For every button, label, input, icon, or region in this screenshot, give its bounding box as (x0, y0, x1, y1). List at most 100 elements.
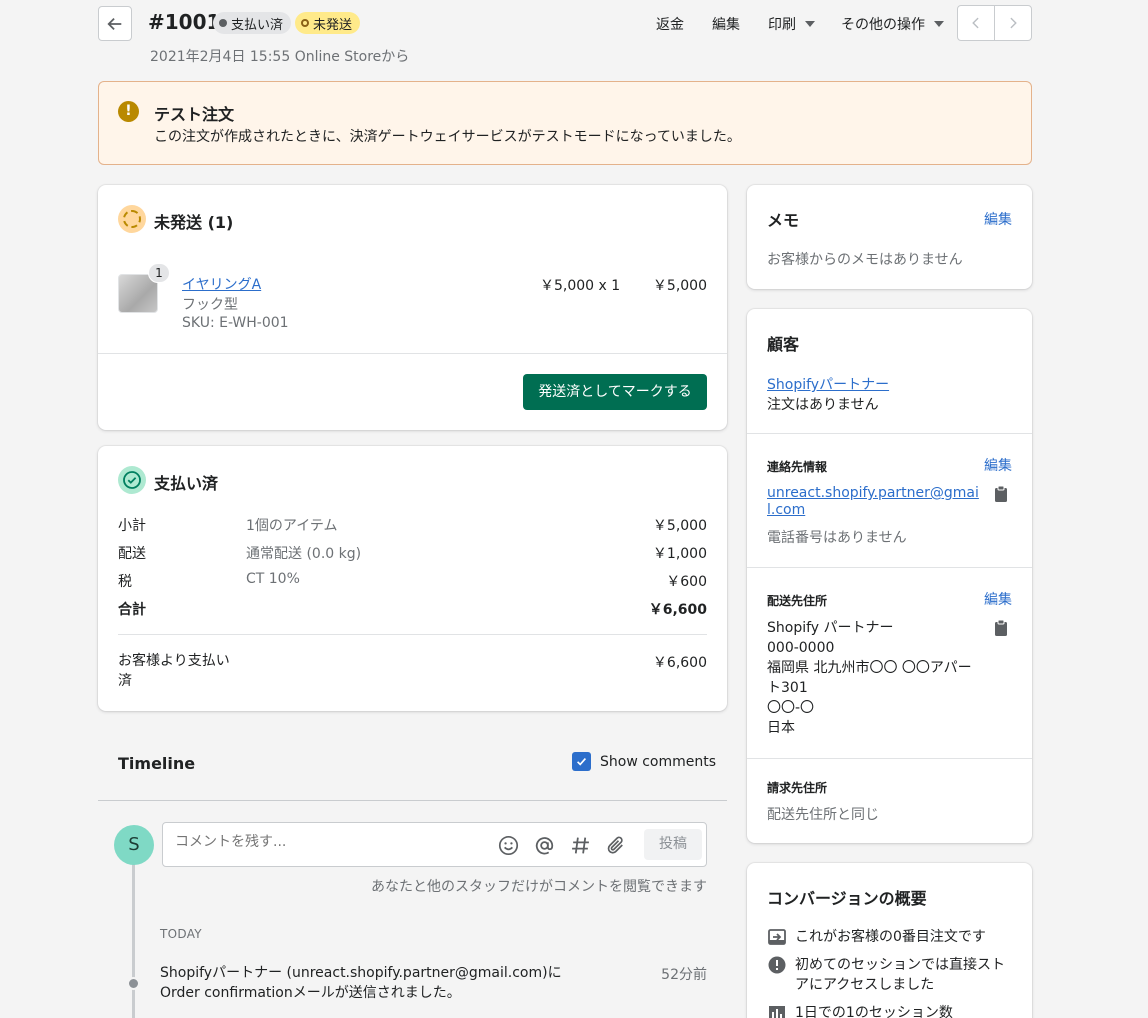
customer-title: 顧客 (767, 335, 800, 354)
mention-icon[interactable] (534, 835, 555, 856)
conversion-card: コンバージョンの概要 これがお客様の0番目注文です 初めてのセッションでは直接ス… (747, 863, 1032, 1018)
contact-edit-link[interactable]: 編集 (984, 455, 1012, 475)
conversion-item: 初めてのセッションでは直接ストアにアクセスしました (767, 955, 1012, 995)
timeline-event-text: Shopifyパートナー (unreact.shopify.partner@gm… (160, 965, 562, 1001)
customer-name-link[interactable]: Shopifyパートナー (767, 374, 889, 394)
shipping-address-edit-link[interactable]: 編集 (984, 589, 1012, 609)
product-line-total: ￥5,000 (652, 278, 707, 294)
next-order-button[interactable] (994, 5, 1032, 41)
today-label: TODAY (160, 927, 202, 941)
info-circle-icon (768, 956, 786, 974)
customer-email-link[interactable]: unreact.shopify.partner@gmail.com (767, 485, 979, 519)
comment-box: 投稿 (162, 822, 707, 867)
unfulfilled-icon (118, 205, 146, 233)
shipping-address-line: 〇〇-〇 (767, 700, 815, 716)
fulfillment-status-badge: 未発送 (295, 12, 361, 34)
test-order-banner: ! テスト注文 この注文が作成されたときに、決済ゲートウェイサービスがテストモー… (98, 81, 1032, 165)
timeline-line (132, 860, 135, 1018)
customer-orders: 注文はありません (767, 397, 879, 413)
status-dot-icon (219, 19, 227, 27)
back-button[interactable] (98, 6, 132, 41)
clipboard-icon[interactable] (993, 619, 1009, 637)
memo-card: メモ 編集 お客様からのメモはありません (747, 185, 1032, 289)
product-price-qty: ￥5,000 x 1 (540, 278, 621, 294)
paid-status-badge: 支払い済 (213, 12, 292, 34)
timeline-event-time: 52分前 (661, 967, 707, 983)
avatar: S (114, 825, 154, 865)
divider (747, 433, 1032, 434)
tax-desc: CT 10% (246, 571, 300, 587)
paid-by-customer-amount: ￥6,600 (652, 655, 707, 671)
tax-label: 税 (118, 574, 132, 590)
order-number: #1001 (148, 10, 221, 34)
subtotal-label: 小計 (118, 518, 146, 534)
alert-icon: ! (118, 101, 139, 122)
customer-card: 顧客 Shopifyパートナー 注文はありません 連絡先情報 編集 unreac… (747, 309, 1032, 843)
shipping-address-title: 配送先住所 (767, 594, 828, 608)
banner-message: この注文が作成されたときに、決済ゲートウェイサービスがテストモードになっていまし… (154, 129, 741, 145)
product-variant: フック型 (182, 297, 238, 313)
shipping-label: 配送 (118, 546, 146, 562)
post-comment-button[interactable]: 投稿 (644, 829, 702, 860)
bar-chart-icon (769, 1006, 785, 1018)
more-actions-dropdown[interactable]: その他の操作 (841, 14, 944, 34)
attachment-icon[interactable] (606, 835, 627, 856)
payment-title: 支払い済 (154, 474, 219, 493)
divider (747, 567, 1032, 568)
contact-info-title: 連絡先情報 (767, 460, 828, 474)
billing-same-text: 配送先住所と同じ (767, 807, 879, 823)
previous-order-button[interactable] (957, 5, 995, 41)
divider (98, 800, 727, 801)
conversion-item: 1日での1のセッション数 (767, 1003, 1012, 1018)
billing-address-title: 請求先住所 (767, 781, 828, 795)
banner-title: テスト注文 (154, 105, 235, 124)
conversion-item: これがお客様の0番目注文です (767, 927, 1012, 947)
paid-check-icon (118, 466, 146, 494)
checkbox-checked-icon (572, 752, 591, 771)
shipping-address-line: 日本 (767, 720, 795, 736)
divider (98, 353, 727, 354)
shipping-address-line: 000-0000 (767, 640, 835, 656)
unfulfilled-card: 未発送 (1) 1 イヤリングA フック型 SKU: E-WH-001 ￥5,0… (98, 185, 727, 430)
status-ring-icon (301, 19, 309, 27)
hashtag-icon[interactable] (570, 835, 591, 856)
caret-down-icon (934, 21, 944, 27)
memo-title: メモ (767, 211, 800, 230)
arrow-left-icon (107, 17, 122, 30)
payment-card: 支払い済 小計 1個のアイテム ￥5,000 配送 通常配送 (0.0 kg) … (98, 446, 727, 711)
product-name-link[interactable]: イヤリングA (182, 274, 261, 294)
shipping-desc: 通常配送 (0.0 kg) (246, 546, 362, 562)
total-label: 合計 (118, 602, 146, 618)
customer-phone: 電話番号はありません (767, 530, 907, 546)
print-dropdown[interactable]: 印刷 (768, 14, 815, 34)
chevron-left-icon (972, 17, 979, 29)
divider (747, 758, 1032, 759)
shipping-address-line: Shopify パートナー (767, 620, 894, 636)
conversion-title: コンバージョンの概要 (767, 889, 927, 908)
memo-edit-link[interactable]: 編集 (984, 209, 1012, 229)
chevron-right-icon (1010, 17, 1017, 29)
emoji-icon[interactable] (498, 835, 519, 856)
tax-amount: ￥600 (666, 574, 707, 590)
comment-visibility-note: あなたと他のスタッフだけがコメントを閲覧できます (371, 879, 707, 895)
subtotal-amount: ￥5,000 (652, 518, 707, 534)
timeline-title: Timeline (118, 754, 196, 773)
customer-order-icon (768, 929, 786, 945)
shipping-address-line: 福岡県 北九州市〇〇 〇〇アパート301 (767, 660, 972, 696)
edit-order-button[interactable]: 編集 (712, 14, 740, 34)
shipping-amount: ￥1,000 (652, 546, 707, 562)
unfulfilled-title: 未発送 (1) (154, 213, 234, 232)
divider (118, 634, 707, 635)
show-comments-checkbox[interactable]: Show comments (572, 752, 716, 771)
order-subtitle: 2021年2月4日 15:55 Online Storeから (150, 49, 410, 65)
mark-as-fulfilled-button[interactable]: 発送済としてマークする (523, 374, 707, 410)
total-amount: ￥6,600 (648, 602, 707, 618)
caret-down-icon (805, 21, 815, 27)
subtotal-desc: 1個のアイテム (246, 518, 338, 534)
product-sku: SKU: E-WH-001 (182, 315, 289, 331)
memo-empty-text: お客様からのメモはありません (767, 252, 963, 268)
clipboard-icon[interactable] (993, 485, 1009, 503)
refund-button[interactable]: 返金 (656, 14, 684, 34)
paid-by-customer-label: お客様より支払い済 (118, 653, 230, 689)
comment-input[interactable] (175, 834, 475, 850)
